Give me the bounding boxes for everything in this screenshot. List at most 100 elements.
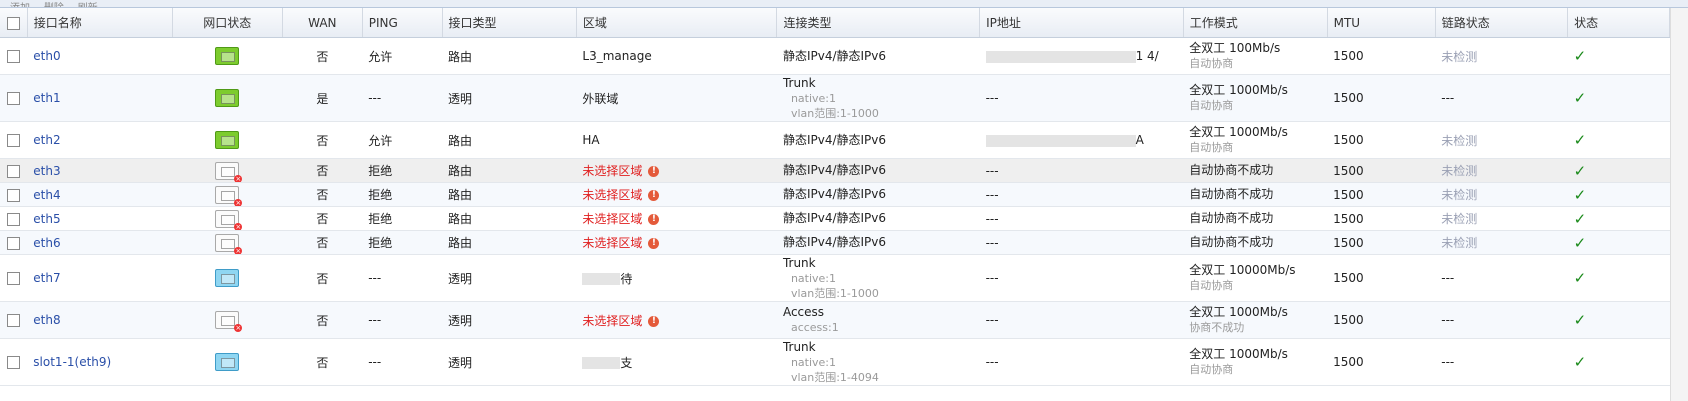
status-cell: ✓ <box>1567 301 1670 339</box>
zone-cell: 未选择区域! <box>576 182 777 207</box>
port-error-icon: × <box>234 198 243 207</box>
table-row[interactable]: eth2 否允许 路由 HA 静态IPv4/静态IPv6 A 全双工 1000Mb/s 自动协… <box>0 121 1670 159</box>
mtu-cell: 1500 <box>1327 158 1436 183</box>
row-checkbox[interactable] <box>7 272 21 285</box>
interface-name-link[interactable]: eth4 <box>33 188 60 202</box>
col-header-port[interactable]: 网口状态 <box>172 8 283 38</box>
select-all-checkbox[interactable] <box>6 16 20 30</box>
row-checkbox-cell <box>0 37 28 75</box>
row-checkbox[interactable] <box>7 164 21 178</box>
connection-detail: native:1 <box>790 91 837 105</box>
work-mode-cell: 全双工 1000Mb/s 自动协商 <box>1183 74 1328 122</box>
work-mode-detail: 自动协商 <box>1189 279 1234 292</box>
wan-cell: 否 <box>282 206 363 231</box>
col-header-mode[interactable]: 工作模式 <box>1183 8 1328 38</box>
row-checkbox[interactable] <box>7 356 21 369</box>
work-mode-detail: 自动协商 <box>1189 363 1234 376</box>
vertical-scrollbar[interactable] <box>1670 8 1688 401</box>
row-checkbox[interactable] <box>7 236 21 250</box>
link-status-cell: 未检测 <box>1435 37 1568 75</box>
connection-type-cell: 静态IPv4/静态IPv6 <box>776 182 980 207</box>
interface-name-link[interactable]: eth7 <box>33 271 60 285</box>
work-mode: 全双工 1000Mb/s <box>1189 347 1288 361</box>
link-status-cell: --- <box>1435 254 1568 302</box>
row-checkbox[interactable] <box>7 212 21 226</box>
interface-type-cell: 透明 <box>442 74 577 122</box>
interface-name-cell: eth1 <box>27 74 173 122</box>
row-checkbox-cell <box>0 338 28 386</box>
row-checkbox[interactable] <box>7 50 21 63</box>
link-status-cell: 未检测 <box>1435 121 1568 159</box>
col-header-wan[interactable]: WAN <box>282 8 363 38</box>
mtu-cell: 1500 <box>1327 301 1436 339</box>
interface-type-cell: 路由 <box>442 206 577 231</box>
ip-address-text: --- <box>985 187 999 202</box>
connection-type-cell: Trunk native:1 vlan范围:1-1000 <box>776 254 980 302</box>
table-row[interactable]: eth8 × 否 --- 透明 未选择区域! Access access:1 --- 全双工 10… <box>0 301 1670 339</box>
interface-name-link[interactable]: slot1-1(eth9) <box>33 355 111 369</box>
check-icon: ✓ <box>1573 233 1587 252</box>
connection-type: 静态IPv4/静态IPv6 <box>782 163 887 177</box>
table-row[interactable]: eth3 × 否拒绝 路由 未选择区域! 静态IPv4/静态IPv6 --- 自动协商不成功 1… <box>0 158 1670 183</box>
col-header-status[interactable]: 状态 <box>1567 8 1670 38</box>
zone-cell: 未选择区域! <box>576 230 777 255</box>
interface-name-cell: eth8 <box>27 301 173 339</box>
ip-address-text: A <box>1135 133 1144 147</box>
wan-cell: 是 <box>282 74 363 122</box>
interface-name-link[interactable]: eth0 <box>33 49 60 63</box>
row-checkbox[interactable] <box>7 314 21 327</box>
col-header-ping[interactable]: PING <box>362 8 443 38</box>
connection-type: 静态IPv4/静态IPv6 <box>782 132 887 147</box>
interface-name-link[interactable]: eth1 <box>33 91 60 105</box>
ip-address-cell: A <box>979 121 1184 159</box>
mtu-cell: 1500 <box>1327 121 1436 159</box>
col-header-name[interactable]: 接口名称 <box>27 8 173 38</box>
col-header-conn[interactable]: 连接类型 <box>776 8 981 38</box>
col-header-link[interactable]: 链路状态 <box>1435 8 1569 38</box>
check-icon: ✓ <box>1573 185 1587 204</box>
table-row[interactable]: eth4 × 否拒绝 路由 未选择区域! 静态IPv4/静态IPv6 --- 自动协商不成功 1… <box>0 182 1670 207</box>
zone-text: L3_manage <box>582 49 652 63</box>
port-status-cell: × <box>172 158 283 183</box>
status-cell: ✓ <box>1567 37 1670 75</box>
interface-name-link[interactable]: eth6 <box>33 236 60 250</box>
interface-type-cell: 透明 <box>442 301 577 339</box>
port-status-cell <box>172 37 283 75</box>
port-error-icon: × <box>234 174 243 183</box>
zone-cell: HA <box>576 121 777 159</box>
work-mode-cell: 全双工 10000Mb/s 自动协商 <box>1183 254 1328 302</box>
ip-address-text: --- <box>985 271 999 285</box>
col-header-zone[interactable]: 区域 <box>576 8 778 38</box>
work-mode-detail: 协商不成功 <box>1189 321 1245 334</box>
connection-detail: vlan范围:1-1000 <box>790 286 879 300</box>
interface-name-link[interactable]: eth2 <box>33 133 60 147</box>
work-mode-cell: 全双工 100Mb/s 自动协商 <box>1183 37 1328 75</box>
row-checkbox[interactable] <box>7 188 21 202</box>
interface-name-cell: eth7 <box>27 254 173 302</box>
status-cell: ✓ <box>1567 206 1670 231</box>
table-row[interactable]: eth6 × 否拒绝 路由 未选择区域! 静态IPv4/静态IPv6 --- 自动协商不成功 1… <box>0 230 1670 255</box>
work-mode: 全双工 1000Mb/s <box>1189 125 1288 139</box>
interface-name-link[interactable]: eth5 <box>33 212 60 226</box>
interface-name-link[interactable]: eth3 <box>33 164 60 178</box>
table-row[interactable]: eth7 否 --- 透明待 Trunk native:1 vlan范围:1-1000 ---… <box>0 254 1670 302</box>
interface-type-cell: 路由 <box>442 158 577 183</box>
table-row[interactable]: slot1-1(eth9) 否 --- 透明支 Trunk native:1 vlan范围:… <box>0 338 1670 386</box>
check-icon: ✓ <box>1573 269 1587 287</box>
col-header-type[interactable]: 接口类型 <box>442 8 577 38</box>
connection-type-cell: 静态IPv4/静态IPv6 <box>776 37 980 75</box>
col-header-ip[interactable]: IP地址 <box>979 8 1184 38</box>
interface-type-cell: 路由 <box>442 121 577 159</box>
zone-cell: L3_manage <box>576 37 777 75</box>
work-mode: 全双工 10000Mb/s <box>1189 263 1296 277</box>
interface-table: 接口名称 网口状态 WAN PING 接口类型 区域 连接类型 IP地址 工作模… <box>0 8 1670 386</box>
wan-cell: 否 <box>282 230 363 255</box>
row-checkbox[interactable] <box>7 134 21 147</box>
interface-name-link[interactable]: eth8 <box>33 313 60 327</box>
table-row[interactable]: eth1 是 --- 透明 外联域 Trunk native:1 vlan范围:1-1000-… <box>0 74 1670 122</box>
table-row[interactable]: eth0 否允许 路由 L3_manage 静态IPv4/静态IPv6 1 4/全双工 1… <box>0 37 1670 75</box>
col-header-mtu[interactable]: MTU <box>1327 8 1436 38</box>
row-checkbox[interactable] <box>7 92 21 105</box>
network-port-icon <box>215 269 240 287</box>
table-row[interactable]: eth5 × 否拒绝 路由 未选择区域! 静态IPv4/静态IPv6 --- 自动协商不成功 1… <box>0 206 1670 231</box>
